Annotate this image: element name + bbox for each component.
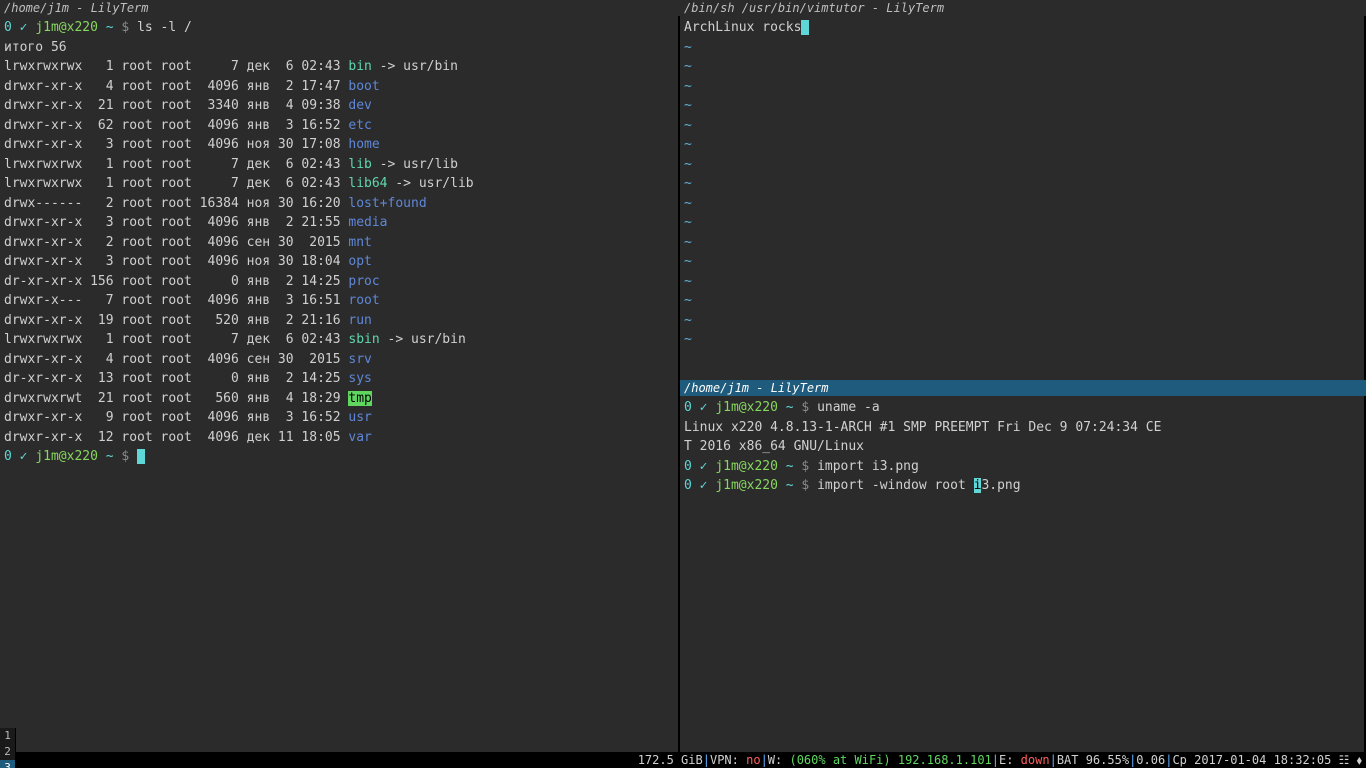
- status-bar: 1234 172.5 GiB|VPN: no|W: (060% at WiFi)…: [0, 752, 1366, 768]
- top-right-terminal[interactable]: ArchLinux rocks ~~~~~~~~~~~~~~~~: [680, 16, 1366, 380]
- bottom-right-terminal[interactable]: 0 ✓ j1m@x220 ~ $ uname -aLinux x220 4.8.…: [680, 396, 1366, 752]
- bottom-right-terminal-title[interactable]: /home/j1m - LilyTerm: [680, 380, 1366, 396]
- workspace-2[interactable]: 2: [0, 744, 16, 760]
- left-terminal[interactable]: 0 ✓ j1m@x220 ~ $ ls -l /итого 56lrwxrwxr…: [0, 16, 680, 752]
- workspace-switcher: 1234: [0, 728, 16, 768]
- workspace-3[interactable]: 3: [0, 760, 16, 768]
- status-bar-right: 172.5 GiB|VPN: no|W: (060% at WiFi) 192.…: [638, 751, 1366, 768]
- left-terminal-title[interactable]: /home/j1m - LilyTerm: [0, 0, 680, 16]
- workspace-1[interactable]: 1: [0, 728, 16, 744]
- top-right-terminal-title[interactable]: /bin/sh /usr/bin/vimtutor - LilyTerm: [680, 0, 1366, 16]
